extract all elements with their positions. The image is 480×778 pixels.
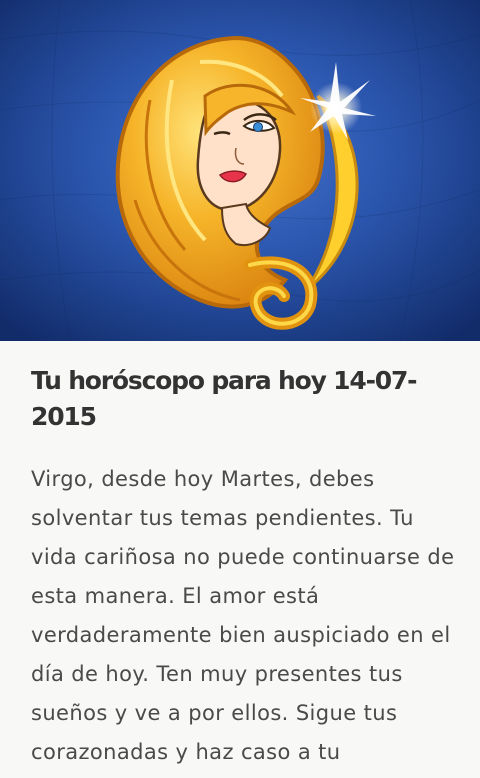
page: Tu horóscopo para hoy 14-07-2015 Virgo, … (0, 0, 480, 778)
article-body: Virgo, desde hoy Martes, debes solventar… (31, 467, 455, 764)
virgo-illustration (0, 0, 480, 341)
hero-image (0, 0, 480, 341)
article-title: Tu horóscopo para hoy 14-07-2015 (31, 366, 418, 431)
article-content: Tu horóscopo para hoy 14-07-2015 Virgo, … (0, 341, 480, 778)
